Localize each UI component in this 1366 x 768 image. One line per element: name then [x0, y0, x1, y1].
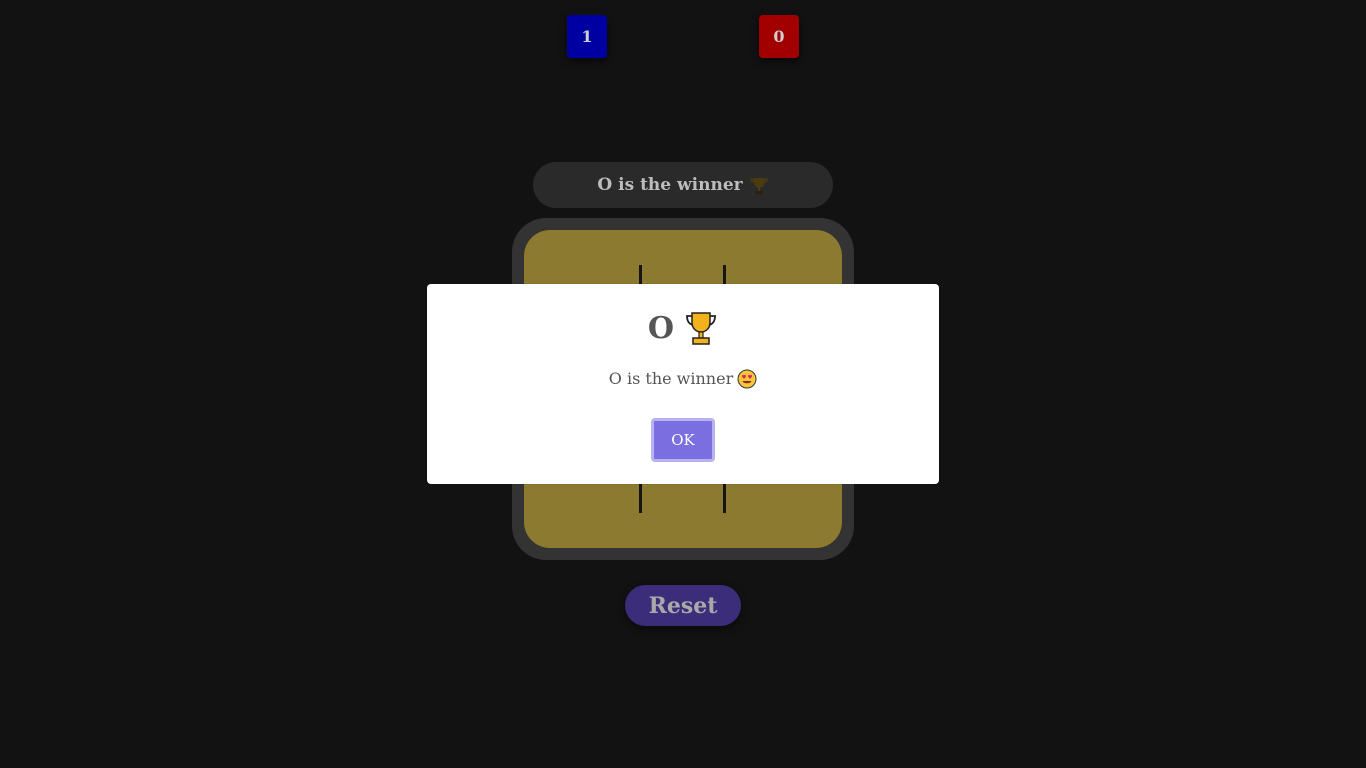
trophy-icon	[749, 175, 769, 196]
winner-dialog: O O is the winner OK	[427, 284, 939, 484]
x-score-box: 1	[567, 15, 607, 58]
trophy-icon	[684, 310, 718, 347]
status-banner: O is the winner	[533, 162, 833, 208]
game-page: 1 0 O is the winner Reset O O is the win…	[0, 0, 1366, 768]
dialog-message: O is the winner	[427, 368, 939, 389]
status-text: O is the winner	[597, 175, 743, 195]
dialog-title-text: O	[647, 311, 675, 346]
o-score-value: 0	[773, 27, 785, 46]
dialog-message-text: O is the winner	[608, 368, 734, 388]
heart-eyes-emoji-icon	[737, 368, 757, 389]
dialog-title: O	[427, 310, 939, 347]
o-score-box: 0	[759, 15, 799, 58]
reset-button[interactable]: Reset	[625, 585, 741, 626]
ok-button[interactable]: OK	[651, 418, 715, 462]
x-score-value: 1	[581, 27, 593, 46]
